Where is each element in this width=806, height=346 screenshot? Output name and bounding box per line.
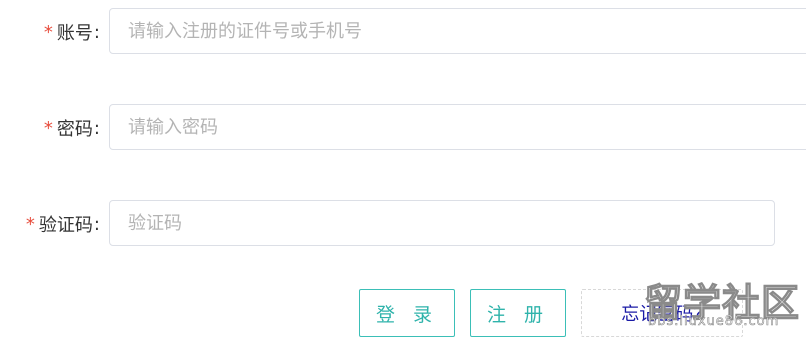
password-label-text: 密码 bbox=[56, 119, 93, 140]
captcha-label-text: 验证码 bbox=[38, 215, 93, 236]
account-input[interactable] bbox=[109, 8, 806, 54]
account-label-text: 账号 bbox=[56, 23, 93, 44]
required-mark: * bbox=[43, 21, 53, 43]
login-form: * 账号 : * 密码 : * 验证码 : 登 录 注 册 忘记密码? 留学社区… bbox=[0, 0, 806, 346]
captcha-input[interactable] bbox=[109, 200, 775, 246]
required-mark: * bbox=[25, 213, 35, 235]
password-label: * 密码 : bbox=[0, 104, 100, 152]
captcha-label: * 验证码 : bbox=[0, 200, 100, 248]
register-button[interactable]: 注 册 bbox=[470, 289, 566, 337]
label-colon: : bbox=[93, 213, 100, 235]
label-colon: : bbox=[93, 117, 100, 139]
label-colon: : bbox=[93, 21, 100, 43]
account-label: * 账号 : bbox=[0, 8, 100, 56]
forgot-password-link[interactable]: 忘记密码? bbox=[581, 289, 743, 337]
required-mark: * bbox=[43, 117, 53, 139]
login-button[interactable]: 登 录 bbox=[359, 289, 455, 337]
password-input[interactable] bbox=[109, 104, 806, 150]
